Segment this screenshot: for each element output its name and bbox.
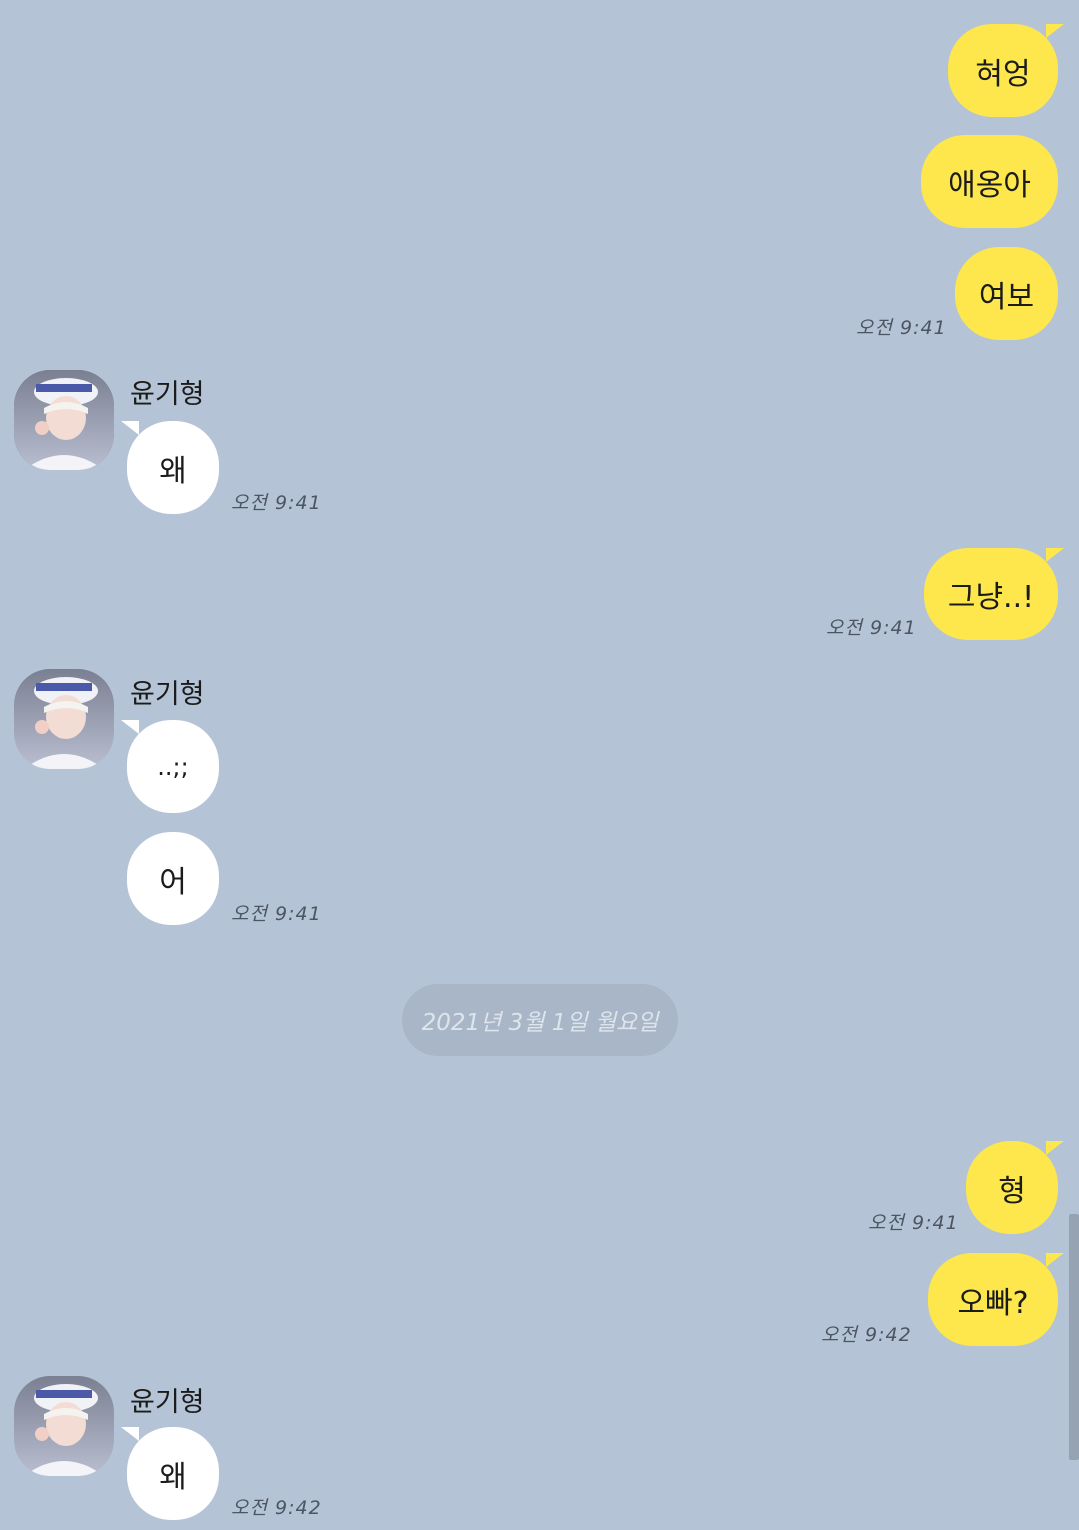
message-time: 오전 9:41 — [826, 617, 917, 639]
avatar[interactable] — [14, 370, 114, 470]
message-text: 왜 — [159, 453, 187, 489]
message-time: 오전 9:41 — [856, 317, 947, 339]
my-message-bubble[interactable]: 형 — [966, 1141, 1058, 1234]
message-text: 그냥..! — [947, 580, 1035, 615]
my-message-bubble[interactable]: 그냥..! — [924, 548, 1058, 640]
message-text: 어 — [159, 864, 187, 900]
bubble-tail — [121, 421, 139, 435]
profile-photo-icon — [14, 1376, 114, 1476]
message-time: 오전 9:41 — [231, 903, 322, 925]
profile-photo-icon — [14, 370, 114, 470]
avatar[interactable] — [14, 669, 114, 769]
my-message-bubble[interactable]: 혀엉 — [948, 24, 1058, 117]
avatar[interactable] — [14, 1376, 114, 1476]
bubble-tail — [121, 1427, 139, 1441]
date-divider: 2021년 3월 1일 월요일 — [402, 984, 678, 1056]
my-message-bubble[interactable]: 애옹아 — [921, 135, 1058, 228]
sender-name: 윤기형 — [130, 379, 205, 410]
sender-name: 윤기형 — [130, 679, 205, 710]
my-message-bubble[interactable]: 여보 — [955, 247, 1058, 340]
their-message-bubble[interactable]: 왜 — [127, 1427, 219, 1520]
my-message-bubble[interactable]: 오빠? — [928, 1253, 1058, 1346]
sender-name: 윤기형 — [130, 1387, 205, 1418]
their-message-bubble[interactable]: ..;; — [127, 720, 219, 813]
message-time: 오전 9:42 — [231, 1497, 322, 1519]
bubble-tail — [1046, 548, 1064, 562]
scrollbar[interactable] — [1069, 1214, 1079, 1460]
message-time: 오전 9:41 — [868, 1212, 959, 1234]
profile-photo-icon — [14, 669, 114, 769]
message-text: 형 — [998, 1173, 1026, 1209]
message-text: 오빠? — [957, 1285, 1029, 1321]
message-time: 오전 9:42 — [821, 1324, 912, 1346]
bubble-tail — [1046, 24, 1064, 38]
message-text: 혀엉 — [975, 56, 1031, 92]
date-divider-text: 2021년 3월 1일 월요일 — [421, 1010, 659, 1036]
message-text: ..;; — [157, 752, 189, 781]
bubble-tail — [1046, 1141, 1064, 1155]
message-text: 애옹아 — [948, 167, 1031, 203]
their-message-bubble[interactable]: 어 — [127, 832, 219, 925]
bubble-tail — [121, 720, 139, 734]
message-time: 오전 9:41 — [231, 492, 322, 514]
bubble-tail — [1046, 1253, 1064, 1267]
message-text: 여보 — [978, 279, 1035, 315]
message-text: 왜 — [159, 1459, 187, 1495]
their-message-bubble[interactable]: 왜 — [127, 421, 219, 514]
